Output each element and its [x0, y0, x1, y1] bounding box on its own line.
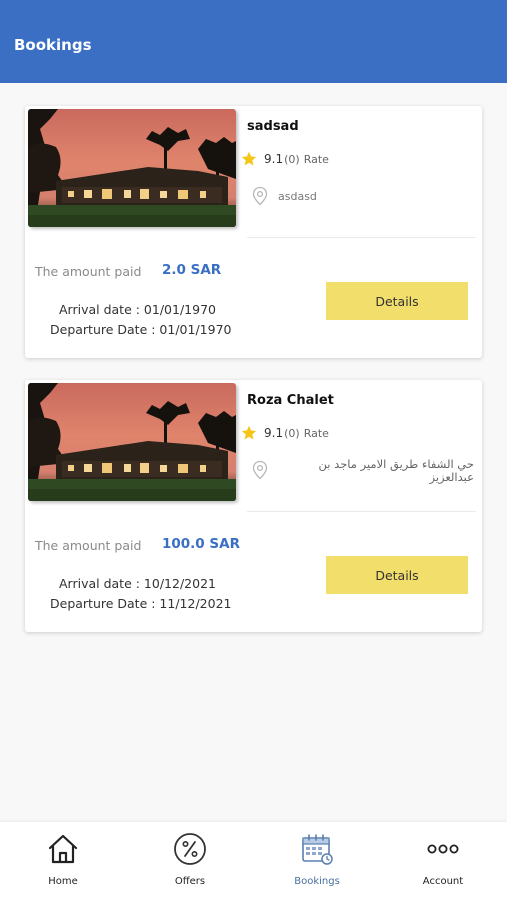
details-button[interactable]: Details	[326, 282, 468, 320]
property-image[interactable]	[28, 383, 236, 501]
location-pin-icon	[251, 186, 269, 206]
star-icon	[241, 151, 257, 167]
star-icon	[241, 425, 257, 441]
percent-icon	[174, 833, 206, 865]
rating-label: Rate	[303, 152, 329, 166]
arrival-date: Arrival date : 01/01/1970	[59, 302, 216, 317]
amount-paid-value: 100.0 SAR	[162, 536, 240, 552]
property-name: sadsad	[247, 119, 299, 134]
arrival-date: Arrival date : 10/12/2021	[59, 576, 216, 591]
rating: 9.1 (0) Rate	[241, 151, 329, 167]
property-address: asdasd	[278, 190, 317, 203]
divider	[247, 237, 476, 238]
rating: 9.1 (0) Rate	[241, 425, 329, 441]
rating-count: (0)	[284, 152, 300, 166]
property-image[interactable]	[28, 109, 236, 227]
rating-score: 9.1	[264, 426, 284, 440]
home-icon	[48, 834, 78, 864]
departure-date: Departure Date : 11/12/2021	[50, 596, 232, 611]
nav-label: Bookings	[294, 876, 340, 887]
nav-item-account[interactable]: Account	[388, 822, 498, 900]
calendar-icon	[302, 834, 333, 865]
nav-item-bookings[interactable]: Bookings	[262, 822, 372, 900]
nav-label: Account	[422, 876, 464, 887]
nav-item-offers[interactable]: Offers	[135, 822, 245, 900]
nav-label: Offers	[174, 876, 206, 887]
property-address: حي الشفاء طريق الامير ماجد بن عبدالعزيز	[318, 457, 474, 484]
details-button[interactable]: Details	[326, 556, 468, 594]
rating-score: 9.1	[264, 152, 284, 166]
departure-date: Departure Date : 01/01/1970	[50, 322, 232, 337]
rating-label: Rate	[303, 426, 329, 440]
amount-paid-label: The amount paid	[35, 538, 142, 553]
page-title: Bookings	[14, 36, 92, 54]
more-dots-icon	[427, 844, 459, 854]
nav-item-home[interactable]: Home	[8, 822, 118, 900]
divider	[247, 511, 476, 512]
app-header: Bookings	[0, 0, 507, 83]
property-name: Roza Chalet	[247, 393, 334, 408]
rating-count: (0)	[284, 426, 300, 440]
booking-card: sadsad 9.1 (0) Rate asdasd The amount pa…	[25, 106, 482, 358]
location-pin-icon	[251, 460, 269, 480]
amount-paid-value: 2.0 SAR	[162, 262, 222, 278]
nav-label: Home	[48, 876, 78, 887]
bottom-nav: Home Offers Bookings Account	[0, 822, 507, 900]
amount-paid-label: The amount paid	[35, 264, 142, 279]
booking-card: Roza Chalet 9.1 (0) Rate حي الشفاء طريق …	[25, 380, 482, 632]
